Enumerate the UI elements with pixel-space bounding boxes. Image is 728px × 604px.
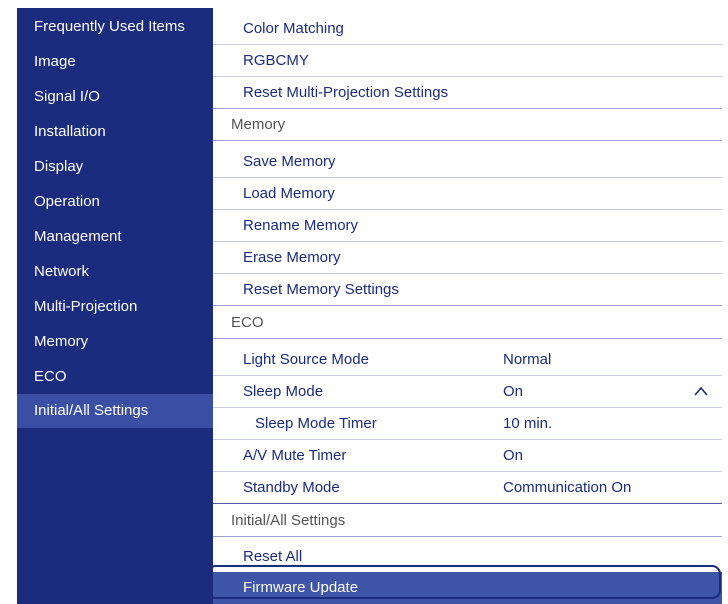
sidebar-item-multi-projection[interactable]: Multi-Projection bbox=[17, 290, 213, 324]
sidebar-item-installation[interactable]: Installation bbox=[17, 115, 213, 149]
sleep-mode-timer-label: Sleep Mode Timer bbox=[255, 415, 377, 432]
reset-multi-projection-label: Reset Multi-Projection Settings bbox=[243, 84, 449, 101]
sidebar-item-display[interactable]: Display bbox=[17, 150, 213, 184]
reset-all-item[interactable]: Reset All bbox=[213, 541, 722, 573]
standby-mode-item[interactable]: Standby Mode Communication On bbox=[213, 472, 722, 504]
memory-section-header: Memory bbox=[213, 109, 722, 141]
rgbcmy-label: RGBCMY bbox=[243, 52, 309, 69]
reset-memory-settings-label: Reset Memory Settings bbox=[243, 281, 399, 298]
rename-memory-item[interactable]: Rename Memory bbox=[213, 210, 722, 242]
sleep-mode-timer-item[interactable]: Sleep Mode Timer 10 min. bbox=[213, 408, 722, 440]
sleep-mode-item[interactable]: Sleep Mode On bbox=[213, 376, 722, 408]
sidebar-item-signal-io[interactable]: Signal I/O bbox=[17, 80, 213, 114]
sidebar-item-operation[interactable]: Operation bbox=[17, 185, 213, 219]
reset-memory-settings-item[interactable]: Reset Memory Settings bbox=[213, 274, 722, 306]
erase-memory-label: Erase Memory bbox=[243, 249, 341, 266]
memory-header-label: Memory bbox=[231, 116, 286, 133]
chevron-up-icon[interactable] bbox=[694, 385, 708, 397]
sidebar: Frequently Used Items Image Signal I/O I… bbox=[17, 8, 213, 604]
sleep-mode-value: On bbox=[503, 383, 524, 400]
settings-panel: Color Matching RGBCMY Reset Multi-Projec… bbox=[213, 8, 722, 604]
light-source-mode-label: Light Source Mode bbox=[243, 351, 369, 368]
sleep-mode-timer-value: 10 min. bbox=[503, 415, 553, 432]
sidebar-item-eco[interactable]: ECO bbox=[17, 360, 213, 394]
load-memory-item[interactable]: Load Memory bbox=[213, 178, 722, 210]
sidebar-item-frequently-used-items[interactable]: Frequently Used Items bbox=[17, 10, 213, 44]
sidebar-item-memory[interactable]: Memory bbox=[17, 325, 213, 359]
sidebar-item-management[interactable]: Management bbox=[17, 220, 213, 254]
sidebar-item-image[interactable]: Image bbox=[17, 45, 213, 79]
rename-memory-label: Rename Memory bbox=[243, 217, 359, 234]
save-memory-item[interactable]: Save Memory bbox=[213, 146, 722, 178]
av-mute-timer-item[interactable]: A/V Mute Timer On bbox=[213, 440, 722, 472]
eco-header-label: ECO bbox=[231, 314, 264, 331]
sidebar-item-initial-all-settings[interactable]: Initial/All Settings bbox=[17, 394, 213, 428]
color-matching-item[interactable]: Color Matching bbox=[213, 13, 722, 45]
initial-all-settings-section-header: Initial/All Settings bbox=[213, 505, 722, 537]
reset-multi-projection-item[interactable]: Reset Multi-Projection Settings bbox=[213, 77, 722, 109]
save-memory-label: Save Memory bbox=[243, 153, 336, 170]
projector-menu-screen: Frequently Used Items Image Signal I/O I… bbox=[17, 8, 722, 604]
erase-memory-item[interactable]: Erase Memory bbox=[213, 242, 722, 274]
light-source-mode-value: Normal bbox=[503, 351, 552, 368]
firmware-update-item[interactable]: Firmware Update bbox=[213, 572, 722, 604]
light-source-mode-item[interactable]: Light Source Mode Normal bbox=[213, 344, 722, 376]
av-mute-timer-value: On bbox=[503, 447, 524, 464]
color-matching-label: Color Matching bbox=[243, 20, 344, 37]
sidebar-item-network[interactable]: Network bbox=[17, 255, 213, 289]
reset-all-label: Reset All bbox=[243, 548, 303, 565]
eco-section-header: ECO bbox=[213, 307, 722, 339]
firmware-update-label: Firmware Update bbox=[243, 579, 359, 596]
load-memory-label: Load Memory bbox=[243, 185, 335, 202]
rgbcmy-item[interactable]: RGBCMY bbox=[213, 45, 722, 77]
sleep-mode-label: Sleep Mode bbox=[243, 383, 324, 400]
standby-mode-label: Standby Mode bbox=[243, 479, 340, 496]
standby-mode-value: Communication On bbox=[503, 479, 632, 496]
initial-all-settings-header-label: Initial/All Settings bbox=[231, 512, 346, 529]
av-mute-timer-label: A/V Mute Timer bbox=[243, 447, 347, 464]
